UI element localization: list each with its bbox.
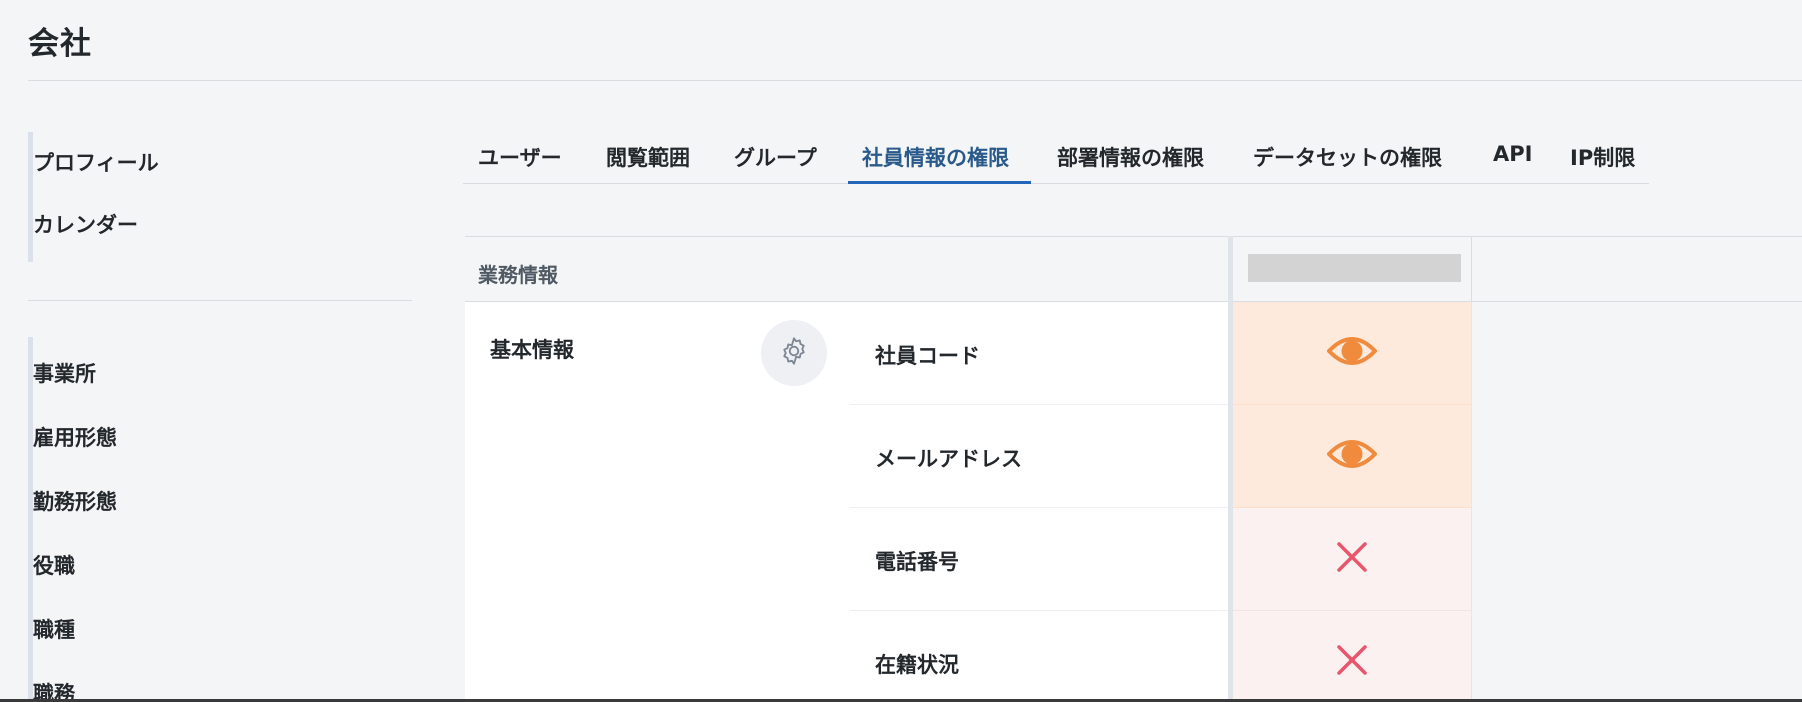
table-row: 電話番号: [850, 508, 1228, 611]
tab-employee-info-permissions[interactable]: 社員情報の権限: [862, 142, 1009, 172]
tab-users[interactable]: ユーザー: [478, 142, 562, 172]
eye-icon: [1326, 333, 1378, 373]
tab-ip-restriction[interactable]: IP制限: [1570, 142, 1635, 172]
column-header-placeholder: [1248, 254, 1461, 282]
tab-view-scope[interactable]: 閲覧範囲: [606, 142, 690, 172]
gear-icon: [778, 335, 810, 371]
permission-cell-view[interactable]: [1233, 405, 1472, 508]
table-row: 社員コード: [850, 302, 1228, 405]
field-label: 社員コード: [875, 344, 980, 368]
nav-item-offices[interactable]: 事業所: [33, 358, 96, 388]
nav-group-master: [28, 337, 33, 702]
tab-dataset-permissions[interactable]: データセットの権限: [1253, 142, 1442, 172]
permissions-table: 業務情報 基本情報 社員コード メールアドレス 電話番号 在籍状況: [465, 236, 1802, 702]
table-body: 基本情報 社員コード メールアドレス 電話番号 在籍状況: [465, 302, 1228, 702]
tab-department-info-permissions[interactable]: 部署情報の権限: [1057, 142, 1204, 172]
table-header: 業務情報: [465, 236, 1802, 302]
title-divider: [28, 80, 1802, 81]
table-row: 在籍状況: [850, 611, 1228, 702]
company-settings-page: 会社 プロフィール カレンダー 事業所 雇用形態 勤務形態 役職 職種 職務 ユ…: [0, 0, 1802, 702]
section-label: 業務情報: [478, 263, 558, 287]
page-title: 会社: [28, 26, 92, 62]
field-label: 電話番号: [875, 550, 959, 574]
group-label: 基本情報: [490, 338, 574, 362]
nav-item-calendar[interactable]: カレンダー: [33, 209, 138, 239]
table-row: メールアドレス: [850, 405, 1228, 508]
nav-divider: [28, 300, 412, 301]
permission-cell-view[interactable]: [1233, 302, 1472, 405]
nav-item-work-styles[interactable]: 勤務形態: [33, 486, 117, 516]
column-header: [1233, 236, 1472, 302]
empty-column-area: [1473, 302, 1802, 702]
field-label: 在籍状況: [875, 653, 959, 677]
nav-item-job-types[interactable]: 職種: [33, 614, 75, 644]
permission-cell-none[interactable]: [1233, 611, 1472, 702]
field-label: メールアドレス: [875, 447, 1022, 471]
settings-tabs: ユーザー 閲覧範囲 グループ 社員情報の権限 部署情報の権限 データセットの権限…: [463, 130, 1649, 184]
close-icon: [1336, 644, 1368, 680]
active-tab-indicator: [848, 181, 1031, 184]
close-icon: [1336, 541, 1368, 577]
eye-icon: [1326, 436, 1378, 476]
nav-item-profile[interactable]: プロフィール: [33, 147, 159, 177]
tab-groups[interactable]: グループ: [734, 142, 817, 172]
permission-cell-none[interactable]: [1233, 508, 1472, 611]
nav-item-positions[interactable]: 役職: [33, 550, 75, 580]
tab-api[interactable]: API: [1493, 142, 1532, 166]
group-settings-button[interactable]: [761, 320, 827, 386]
nav-item-employment-types[interactable]: 雇用形態: [33, 422, 117, 452]
